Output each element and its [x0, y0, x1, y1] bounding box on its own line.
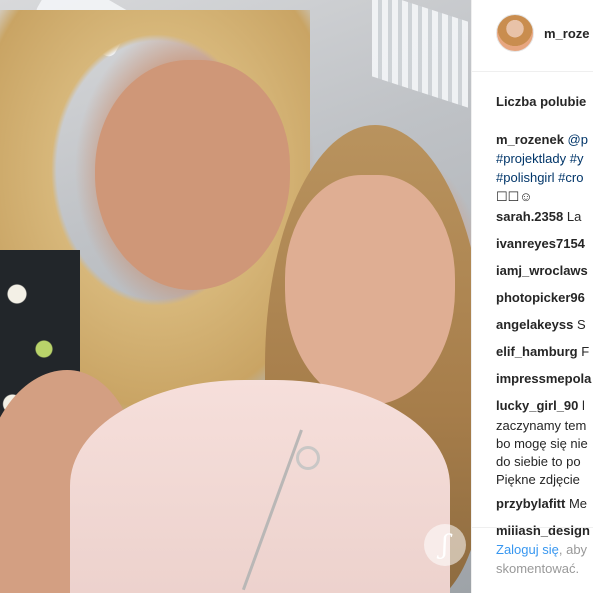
ceiling-light-panel: [372, 0, 468, 108]
comment-username[interactable]: elif_hamburg: [496, 344, 578, 359]
list-item: iamj_wroclaws: [496, 261, 591, 288]
right-person-pink-top: [70, 380, 450, 593]
list-item: impressmepola: [496, 369, 591, 396]
comment-text: F: [581, 344, 590, 359]
logo-icon: ʃ: [424, 524, 466, 566]
comment-username[interactable]: angelakeyss: [496, 317, 573, 332]
post-header: m_roze: [472, 0, 593, 72]
caption-mention[interactable]: @p: [568, 132, 588, 147]
zipper-ring: [296, 446, 320, 470]
post-side-panel: m_roze Liczba polubie m_rozenek @p #proj…: [471, 0, 593, 593]
list-item: przybylafitt Me: [496, 494, 591, 521]
list-item: photopicker96: [496, 288, 591, 315]
left-person-face: [95, 60, 290, 290]
comment-text: S: [576, 317, 586, 332]
comment-text-line: Piękne zdjęcie: [496, 472, 580, 487]
comment-text: La: [566, 209, 582, 224]
list-item: angelakeyss S: [496, 315, 591, 342]
login-prompt-text: , aby: [558, 542, 588, 557]
comment-username[interactable]: iamj_wroclaws: [496, 263, 588, 278]
caption-hashtags-2[interactable]: #polishgirl #cro: [496, 168, 588, 187]
comment-text: Me: [568, 496, 588, 511]
list-item: ivanreyes7154: [496, 234, 591, 261]
comment-username[interactable]: lucky_girl_90: [496, 398, 578, 413]
post-caption: m_rozenek @p #projektlady #y #polishgirl…: [496, 130, 588, 206]
caption-emoji: ☐☐☺: [496, 189, 533, 204]
comment-text-line: bo mogę się nie: [496, 436, 588, 451]
right-person-face: [285, 175, 455, 405]
list-item: elif_hamburg F: [496, 342, 591, 369]
caption-username[interactable]: m_rozenek: [496, 132, 564, 147]
avatar[interactable]: [496, 14, 534, 52]
login-link[interactable]: Zaloguj się: [496, 542, 559, 557]
comment-text-line: zaczynamy tem: [496, 418, 587, 433]
comment-username[interactable]: sarah.2358: [496, 209, 563, 224]
comment-username[interactable]: przybylafitt: [496, 496, 565, 511]
header-username[interactable]: m_roze: [544, 26, 590, 41]
comment-username[interactable]: impressmepola: [496, 371, 591, 386]
comment-login-prompt: Zaloguj się, aby skomentować.: [472, 527, 593, 578]
comment-username[interactable]: ivanreyes7154: [496, 236, 585, 251]
login-prompt-text-2: skomentować.: [496, 561, 580, 576]
comment-text-line: do siebie to po: [496, 454, 581, 469]
post-photo[interactable]: ʃ: [0, 0, 471, 593]
likes-count[interactable]: Liczba polubie: [496, 94, 586, 109]
comment-text: l: [582, 398, 585, 413]
list-item: sarah.2358 La: [496, 207, 591, 234]
comments-list: sarah.2358 La ivanreyes7154 iamj_wroclaw…: [496, 207, 591, 548]
comment-continuation: zaczynamy tem bo mogę się nie do siebie …: [496, 417, 591, 489]
caption-hashtags-1[interactable]: #projektlady #y: [496, 149, 588, 168]
comment-username[interactable]: photopicker96: [496, 290, 585, 305]
